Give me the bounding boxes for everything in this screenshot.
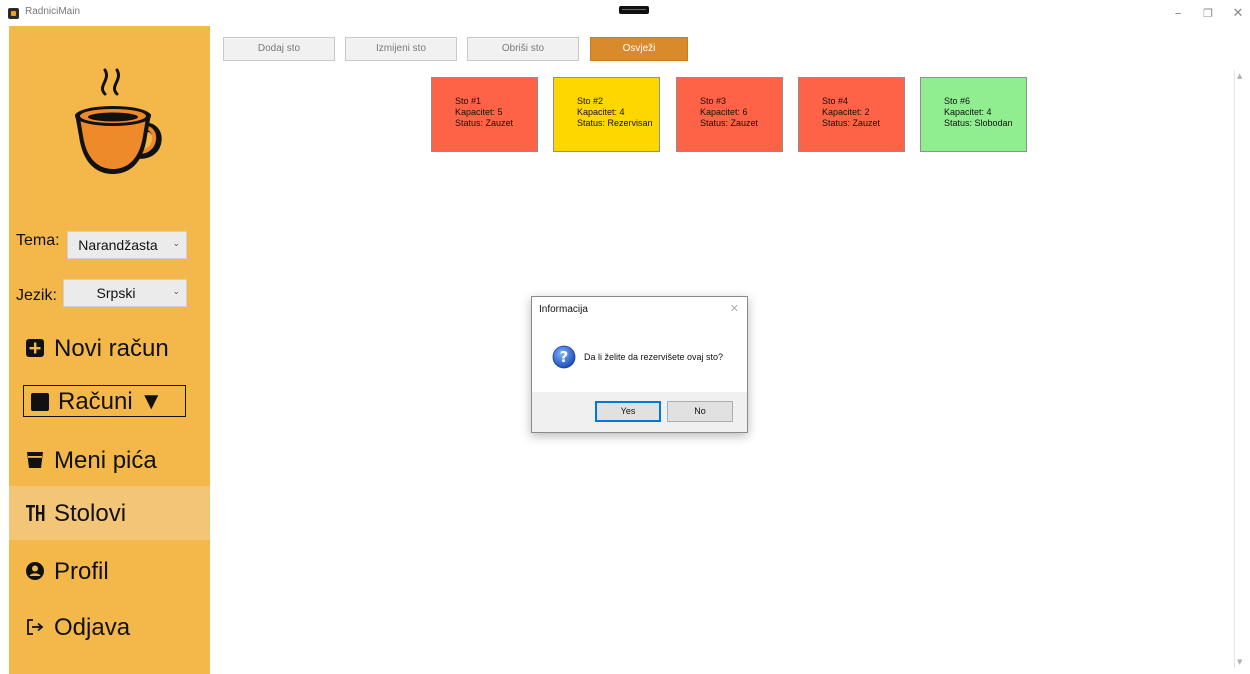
square-icon [31, 393, 49, 411]
dialog-title: Informacija [539, 304, 588, 315]
delete-table-button[interactable]: Obriši sto [467, 37, 579, 61]
question-icon: ? [552, 345, 576, 369]
table-card[interactable]: Sto #4 Kapacitet: 2 Status: Zauzet [798, 77, 905, 152]
table-status: Status: Zauzet [700, 118, 759, 128]
dialog-footer: Yes No [532, 392, 747, 432]
close-icon[interactable]: ✕ [730, 302, 739, 315]
app-icon [8, 8, 19, 19]
edit-table-button[interactable]: Izmijeni sto [345, 37, 457, 61]
plus-square-icon [26, 339, 44, 357]
no-button[interactable]: No [667, 401, 733, 422]
window-title: RadniciMain [25, 6, 81, 17]
table-card[interactable]: Sto #2 Kapacitet: 4 Status: Rezervisan [553, 77, 660, 152]
confirm-dialog: Informacija ✕ ? Da li želite da rezerviš… [531, 296, 748, 433]
table-capacity: Kapacitet: 6 [700, 107, 748, 117]
add-table-button[interactable]: Dodaj sto [223, 37, 335, 61]
nav-label: Stolovi [54, 500, 127, 527]
table-icon [26, 505, 45, 521]
table-name: Sto #2 [577, 96, 604, 106]
table-status: Status: Slobodan [944, 118, 1013, 128]
theme-select-value: Narandžasta [78, 237, 158, 253]
table-name: Sto #1 [455, 96, 482, 106]
nav-item-profil[interactable]: Profil [9, 545, 210, 599]
chevron-down-icon: ⌄ [172, 238, 180, 248]
nav-item-odjava[interactable]: Odjava [9, 601, 210, 655]
language-select[interactable]: Srpski ⌄ [63, 279, 187, 307]
language-label: Jezik: [16, 287, 57, 304]
table-capacity: Kapacitet: 4 [577, 107, 625, 117]
refresh-button[interactable]: Osvježi [590, 37, 688, 61]
table-card[interactable]: Sto #3 Kapacitet: 6 Status: Zauzet [676, 77, 783, 152]
close-icon[interactable]: ✕ [1223, 4, 1250, 24]
drink-icon [27, 452, 43, 468]
table-capacity: Kapacitet: 2 [822, 107, 870, 117]
chevron-down-icon: ⌄ [172, 286, 180, 296]
nav-item-meni-pica[interactable]: Meni pića [9, 434, 210, 488]
coffee-cup-logo-icon [75, 68, 162, 174]
scroll-up-icon[interactable]: ▲ [1237, 72, 1242, 80]
table-status: Status: Zauzet [455, 118, 514, 128]
svg-text:?: ? [560, 348, 569, 366]
vertical-scrollbar[interactable]: ▲ ▼ [1234, 70, 1246, 668]
nav-item-stolovi[interactable]: Stolovi [9, 486, 210, 540]
nav-label: Odjava [54, 614, 131, 641]
sidebar: Tema: Narandžasta ⌄ Jezik: Srpski ⌄ Novi… [9, 26, 210, 674]
user-circle-icon [26, 562, 44, 580]
table-name: Sto #6 [944, 96, 971, 106]
table-status: Status: Rezervisan [577, 118, 653, 128]
table-status: Status: Zauzet [822, 118, 881, 128]
nav-label: Meni pića [54, 447, 157, 474]
nav-label: Profil [54, 558, 109, 585]
table-name: Sto #3 [700, 96, 727, 106]
yes-button[interactable]: Yes [595, 401, 661, 422]
nav-item-racuni[interactable]: Računi ▼ [23, 385, 186, 417]
table-card[interactable]: Sto #6 Kapacitet: 4 Status: Slobodan [920, 77, 1027, 152]
table-card[interactable]: Sto #1 Kapacitet: 5 Status: Zauzet [431, 77, 538, 152]
logout-icon [27, 619, 44, 635]
theme-label: Tema: [16, 232, 60, 249]
language-select-value: Srpski [96, 285, 136, 301]
table-capacity: Kapacitet: 5 [455, 107, 503, 117]
dialog-message: Da li želite da rezervišete ovaj sto? [584, 352, 724, 362]
maximize-icon[interactable]: ❐ [1193, 4, 1223, 24]
scroll-down-icon[interactable]: ▼ [1237, 658, 1242, 666]
theme-select[interactable]: Narandžasta ⌄ [67, 231, 187, 259]
nav-label: Novi račun [54, 335, 169, 362]
window-titlebar: RadniciMain – ❐ ✕ [0, 0, 1250, 26]
minimize-icon[interactable]: – [1163, 4, 1193, 24]
drag-handle-icon[interactable] [619, 6, 649, 14]
table-capacity: Kapacitet: 4 [944, 107, 992, 117]
nav-label: Računi ▼ [58, 388, 164, 415]
nav-item-novi-racun[interactable]: Novi račun [9, 322, 210, 376]
table-name: Sto #4 [822, 96, 849, 106]
